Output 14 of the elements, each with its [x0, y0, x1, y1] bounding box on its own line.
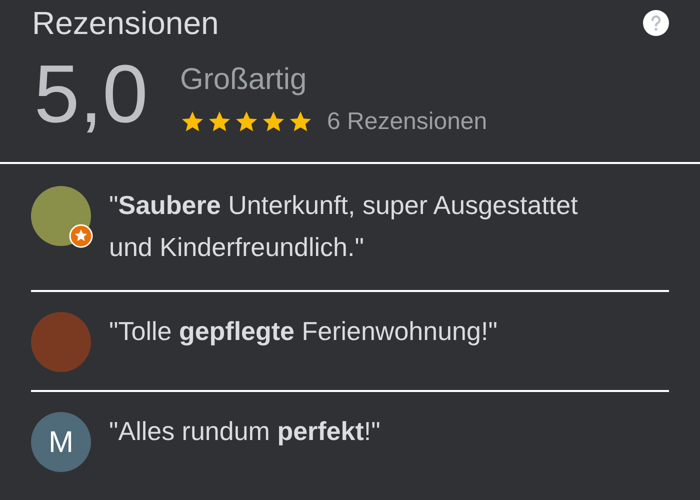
star-icon — [288, 110, 313, 134]
star-icon — [180, 110, 205, 134]
star-icon — [234, 110, 259, 134]
section-title: Rezensionen — [32, 4, 219, 43]
review-text: "Saubere Unterkunft, super Ausgestattet und Kinderfreundlich." — [109, 189, 579, 264]
review-count[interactable]: 6 Rezensionen — [327, 104, 488, 140]
star-icon — [207, 110, 232, 134]
help-icon[interactable] — [642, 9, 670, 37]
rating-score: 5,0 — [34, 50, 149, 140]
review-text: "Alles rundum perfekt!" — [109, 415, 380, 448]
avatar[interactable]: M — [31, 412, 91, 472]
rating-label: Großartig — [180, 62, 308, 98]
star-icon — [261, 110, 286, 134]
review-text: "Tolle gepflegte Ferienwohnung!" — [109, 315, 498, 348]
